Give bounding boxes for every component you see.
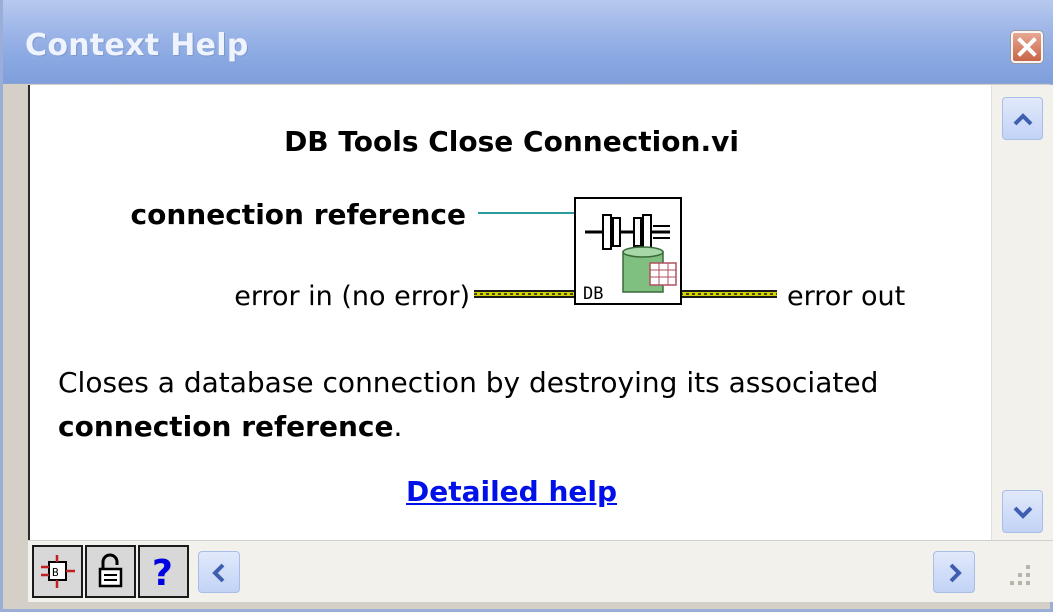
db-icon-label: DB [583, 284, 603, 304]
error-out-wire [680, 290, 777, 298]
vertical-scrollbar[interactable] [991, 85, 1053, 540]
chevron-up-icon [1013, 113, 1033, 126]
chevron-down-icon [1013, 506, 1033, 519]
chevron-right-icon [949, 563, 962, 583]
window-title: Context Help [25, 28, 249, 63]
context-help-window: Context Help DB Tools Close Connection.v… [0, 0, 1053, 612]
db-tools-close-connection-icon: DB [574, 197, 682, 305]
vi-terminals-icon: B [41, 555, 75, 588]
show-optional-terminals-button[interactable]: B [32, 545, 83, 598]
detailed-help-button[interactable]: ? [138, 545, 189, 598]
detailed-help-link[interactable]: Detailed help [406, 475, 617, 508]
lock-button[interactable] [85, 545, 136, 598]
chevron-left-icon [212, 563, 225, 583]
title-bar[interactable]: Context Help [3, 0, 1053, 84]
close-icon [1017, 37, 1037, 57]
description-end: . [393, 410, 403, 443]
bottom-toolbar: B ? [28, 540, 1053, 602]
scroll-up-button[interactable] [1002, 97, 1043, 140]
question-icon: ? [152, 553, 173, 594]
detailed-help-link-row: Detailed help [30, 475, 993, 508]
help-description: Closes a database connection by destroyi… [58, 361, 958, 449]
scroll-down-button[interactable] [1002, 490, 1043, 533]
resize-grip-icon[interactable] [996, 551, 1040, 595]
svg-text:B: B [52, 566, 59, 579]
scroll-right-button[interactable] [933, 551, 975, 593]
scroll-left-button[interactable] [198, 551, 240, 593]
help-content-pane: DB Tools Close Connection.vi connection … [28, 85, 991, 540]
vi-connector-diagram: DB [474, 197, 777, 305]
lock-icon [98, 553, 123, 588]
description-bold-term: connection reference [58, 410, 394, 443]
svg-text:?: ? [152, 553, 173, 594]
description-text: Closes a database connection by destroyi… [58, 366, 879, 399]
close-button[interactable] [1011, 31, 1043, 63]
error-in-wire [474, 290, 575, 298]
